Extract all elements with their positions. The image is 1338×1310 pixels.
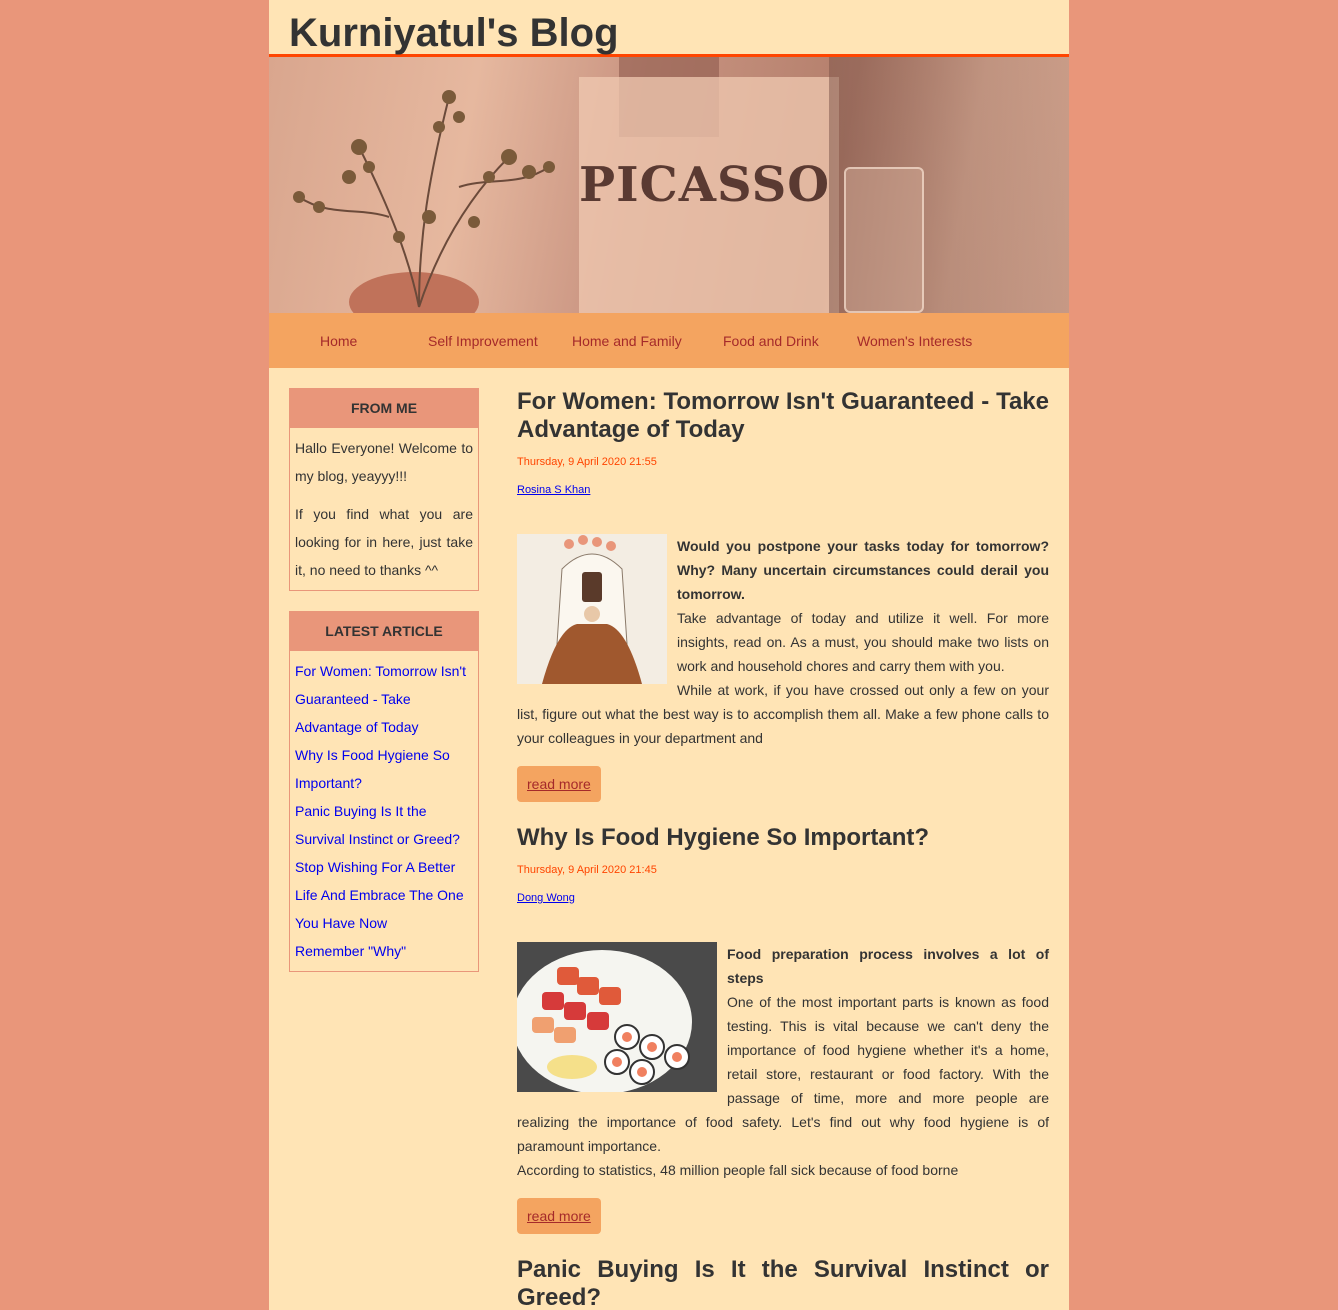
site-header: Kurniyatul's Blog xyxy=(269,0,1069,57)
nav-item-self-improvement[interactable]: Self Improvement xyxy=(428,333,572,349)
post-paragraph: While at work, if you have crossed out o… xyxy=(517,682,1049,746)
from-me-paragraph: Hallo Everyone! Welcome to my blog, yeay… xyxy=(295,440,473,484)
from-me-paragraph: If you find what you are looking for in … xyxy=(295,506,473,578)
post-excerpt: Would you postpone your tasks today for … xyxy=(517,534,1049,750)
latest-article-widget: LATEST ARTICLE For Women: Tomorrow Isn't… xyxy=(289,611,479,972)
header-banner-image: PICASSO xyxy=(269,57,1069,313)
from-me-body: Hallo Everyone! Welcome to my blog, yeay… xyxy=(290,428,478,590)
post-title[interactable]: Why Is Food Hygiene So Important? xyxy=(517,824,1049,852)
post-title[interactable]: For Women: Tomorrow Isn't Guaranteed - T… xyxy=(517,388,1049,444)
post-date: Thursday, 9 April 2020 21:45 xyxy=(517,864,657,876)
post-author-link[interactable]: Rosina S Khan xyxy=(517,482,590,498)
post: Panic Buying Is It the Survival Instinct… xyxy=(517,1256,1049,1310)
post: Why Is Food Hygiene So Important? Thursd… xyxy=(517,824,1049,1234)
sidebar: FROM ME Hallo Everyone! Welcome to my bl… xyxy=(289,388,479,992)
post: For Women: Tomorrow Isn't Guaranteed - T… xyxy=(517,388,1049,802)
nav-item-home[interactable]: Home xyxy=(320,333,428,349)
banner-plant-illustration xyxy=(293,90,555,308)
latest-article-link[interactable]: Remember "Why" xyxy=(295,937,473,965)
post-paragraph: According to statistics, 48 million peop… xyxy=(517,1162,959,1178)
latest-article-link[interactable]: Panic Buying Is It the Survival Instinct… xyxy=(295,797,473,853)
read-more-button[interactable]: read more xyxy=(517,1198,601,1234)
post-thumbnail-image xyxy=(517,534,667,684)
latest-article-link[interactable]: Stop Wishing For A Better Life And Embra… xyxy=(295,853,473,937)
read-more-button[interactable]: read more xyxy=(517,766,601,802)
post-author-link[interactable]: Dong Wong xyxy=(517,890,575,906)
post-list: For Women: Tomorrow Isn't Guaranteed - T… xyxy=(517,388,1049,1310)
nav-item-womens-interests[interactable]: Women's Interests xyxy=(857,333,972,349)
nav-item-home-and-family[interactable]: Home and Family xyxy=(572,333,723,349)
main-nav: Home Self Improvement Home and Family Fo… xyxy=(269,313,1069,368)
nav-item-food-and-drink[interactable]: Food and Drink xyxy=(723,333,857,349)
page-container: Kurniyatul's Blog PICASSO Home Self Impr… xyxy=(269,0,1069,1310)
post-thumbnail-image xyxy=(517,942,717,1092)
post-excerpt: Food preparation process involves a lot … xyxy=(517,942,1049,1182)
widget-title-from-me: FROM ME xyxy=(290,389,478,428)
post-date: Thursday, 9 April 2020 21:55 xyxy=(517,456,657,468)
latest-article-link[interactable]: Why Is Food Hygiene So Important? xyxy=(295,741,473,797)
from-me-widget: FROM ME Hallo Everyone! Welcome to my bl… xyxy=(289,388,479,591)
post-title[interactable]: Panic Buying Is It the Survival Instinct… xyxy=(517,1256,1049,1310)
latest-article-link[interactable]: For Women: Tomorrow Isn't Guaranteed - T… xyxy=(295,657,473,741)
latest-article-list: For Women: Tomorrow Isn't Guaranteed - T… xyxy=(290,651,478,971)
widget-title-latest-article: LATEST ARTICLE xyxy=(290,612,478,651)
